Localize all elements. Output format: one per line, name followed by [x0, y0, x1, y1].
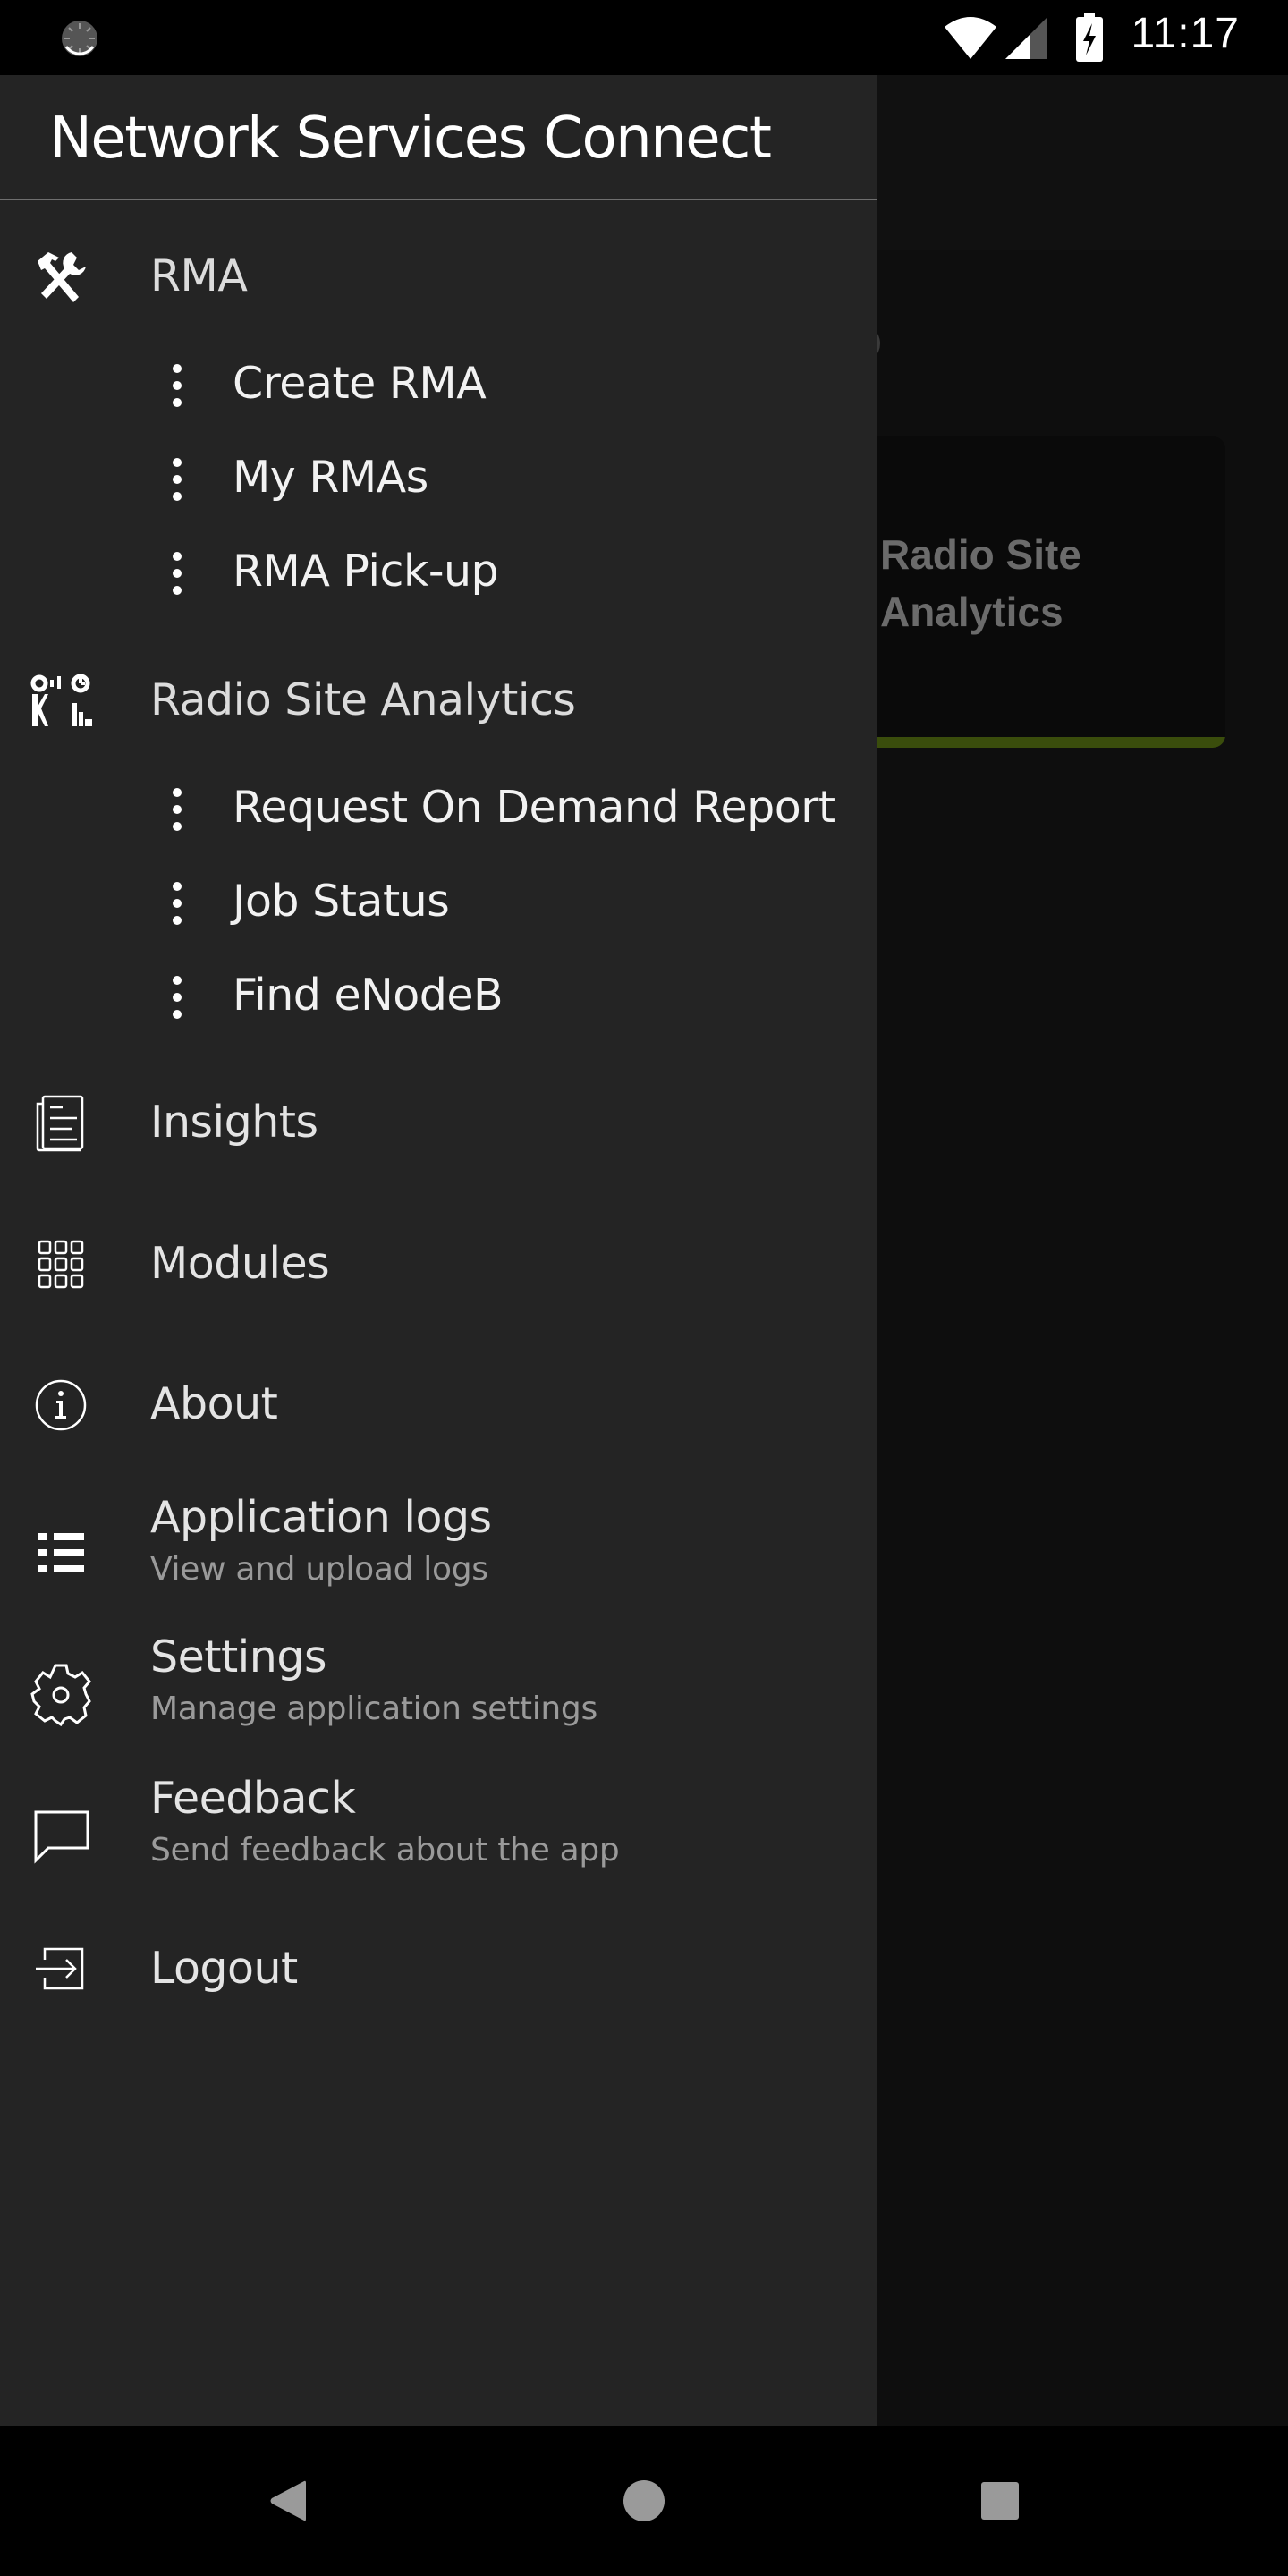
drawer-item-label: Application logs [150, 1492, 492, 1543]
document-icon [25, 1088, 97, 1159]
cell-signal-icon [1005, 18, 1046, 59]
dots-icon [173, 882, 182, 925]
list-icon [25, 1517, 97, 1589]
radio-site-analytics-icon [25, 665, 97, 737]
drawer-item-insights[interactable]: Insights [0, 1075, 877, 1172]
dots-icon [173, 458, 182, 501]
chat-bubble-icon [25, 1800, 97, 1871]
recents-button[interactable] [971, 2472, 1029, 2529]
drawer-title: Network Services Connect [49, 106, 772, 172]
drawer-subitem-my-rmas[interactable]: My RMAs [0, 437, 877, 520]
logout-icon [25, 1934, 97, 2005]
drawer-item-label: About [150, 1378, 278, 1429]
drawer-subitem-request-on-demand-report[interactable]: Request On Demand Report [0, 767, 877, 850]
drawer-section-radio-site-analytics[interactable]: Radio Site Analytics [0, 660, 877, 742]
dots-icon [173, 552, 182, 595]
drawer-subitem-job-status[interactable]: Job Status [0, 861, 877, 944]
drawer-subitem-rma-pickup[interactable]: RMA Pick-up [0, 531, 877, 614]
drawer-item-label: Modules [150, 1238, 330, 1289]
drawer-item-subtitle: Manage application settings [150, 1690, 597, 1727]
grid-icon [25, 1229, 97, 1301]
drawer-subitem-label: Request On Demand Report [233, 782, 835, 833]
battery-charging-icon [1076, 13, 1103, 62]
clock: 11:17 [1131, 10, 1240, 57]
drawer-item-label: Insights [150, 1097, 318, 1148]
drawer-section-rma[interactable]: RMA [0, 236, 877, 318]
drawer-item-label: Feedback [150, 1773, 356, 1824]
navigation-drawer: Network Services Connect RMA Create RMA … [0, 75, 877, 2426]
drawer-item-subtitle: View and upload logs [150, 1551, 488, 1588]
drawer-subitem-create-rma[interactable]: Create RMA [0, 343, 877, 426]
drawer-section-label: RMA [150, 250, 248, 301]
drawer-subitem-label: Job Status [233, 876, 450, 927]
sync-icon [62, 21, 97, 56]
drawer-item-label: Settings [150, 1631, 326, 1682]
drawer-item-label: Logout [150, 1943, 298, 1994]
dots-icon [173, 788, 182, 831]
drawer-item-logout[interactable]: Logout [0, 1921, 877, 2018]
wifi-icon [945, 17, 996, 59]
status-bar: 11:17 [0, 0, 1288, 75]
drawer-subitem-label: Create RMA [233, 358, 487, 409]
home-button[interactable] [615, 2472, 673, 2529]
drawer-section-label: Radio Site Analytics [150, 674, 576, 725]
recents-icon [981, 2482, 1019, 2520]
dots-icon [173, 364, 182, 407]
background-card-title: Radio Site Analytics [880, 531, 1081, 635]
drawer-subitem-label: Find eNodeB [233, 970, 504, 1021]
drawer-subitem-label: RMA Pick-up [233, 546, 499, 597]
system-nav-bar [0, 2426, 1288, 2576]
drawer-item-settings[interactable]: Settings Manage application settings [0, 1631, 877, 1751]
drawer-item-feedback[interactable]: Feedback Send feedback about the app [0, 1773, 877, 1893]
info-icon [25, 1369, 97, 1441]
dots-icon [173, 976, 182, 1019]
drawer-subitem-label: My RMAs [233, 452, 428, 503]
home-icon [623, 2480, 665, 2521]
back-button[interactable] [259, 2472, 317, 2529]
back-icon [270, 2480, 306, 2521]
drawer-subitem-find-enodeb[interactable]: Find eNodeB [0, 955, 877, 1038]
gear-icon [25, 1658, 97, 1730]
drawer-item-subtitle: Send feedback about the app [150, 1832, 620, 1868]
drawer-item-about[interactable]: About [0, 1357, 877, 1453]
tools-icon [25, 242, 97, 313]
drawer-item-modules[interactable]: Modules [0, 1216, 877, 1313]
drawer-divider [0, 199, 877, 200]
drawer-item-application-logs[interactable]: Application logs View and upload logs [0, 1492, 877, 1612]
